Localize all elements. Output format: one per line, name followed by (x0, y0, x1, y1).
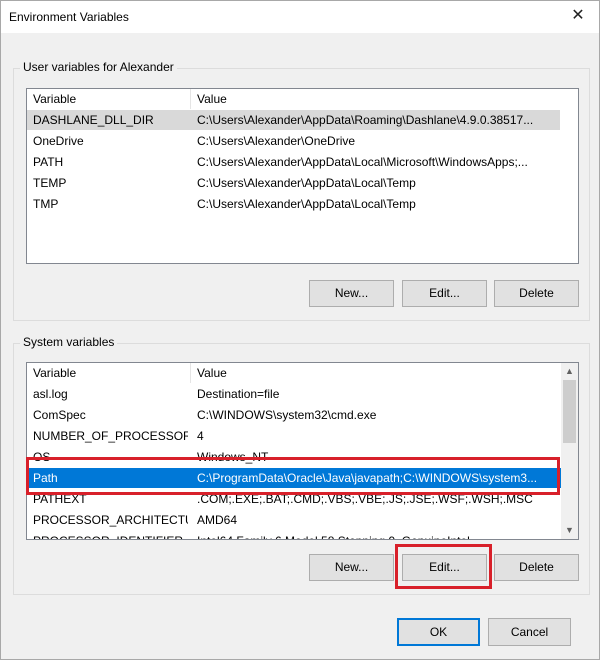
close-icon[interactable]: ✕ (567, 5, 589, 27)
column-header-value[interactable]: Value (197, 89, 557, 109)
environment-variables-dialog: Environment Variables ✕ User variables f… (0, 0, 600, 660)
system-edit-button[interactable]: Edit... (402, 554, 487, 581)
table-row[interactable]: asl.log Destination=file (27, 384, 563, 404)
table-row[interactable]: DASHLANE_DLL_DIR C:\Users\Alexander\AppD… (27, 110, 560, 130)
scrollbar-thumb[interactable] (563, 380, 576, 443)
column-header-variable[interactable]: Variable (33, 363, 188, 383)
table-row[interactable]: OS Windows_NT (27, 447, 563, 467)
table-row-selected[interactable]: Path C:\ProgramData\Oracle\Java\javapath… (27, 468, 563, 488)
system-variables-group: System variables Variable Value asl.log … (13, 335, 590, 595)
user-variables-label: User variables for Alexander (20, 60, 177, 74)
system-new-button[interactable]: New... (309, 554, 394, 581)
system-delete-button[interactable]: Delete (494, 554, 579, 581)
table-row[interactable]: ComSpec C:\WINDOWS\system32\cmd.exe (27, 405, 563, 425)
user-delete-button[interactable]: Delete (494, 280, 579, 307)
user-new-button[interactable]: New... (309, 280, 394, 307)
user-list-header: Variable Value (27, 89, 578, 109)
user-variables-list[interactable]: Variable Value DASHLANE_DLL_DIR C:\Users… (26, 88, 579, 264)
user-edit-button[interactable]: Edit... (402, 280, 487, 307)
scroll-down-icon[interactable]: ▼ (561, 522, 578, 539)
system-list-header: Variable Value (27, 363, 578, 383)
cancel-button[interactable]: Cancel (488, 618, 571, 646)
table-row[interactable]: PROCESSOR_ARCHITECTU... AMD64 (27, 510, 563, 530)
user-variables-group: User variables for Alexander Variable Va… (13, 60, 590, 321)
ok-button[interactable]: OK (397, 618, 480, 646)
column-header-value[interactable]: Value (197, 363, 557, 383)
vertical-scrollbar[interactable]: ▲ ▼ (561, 363, 578, 539)
column-divider[interactable] (190, 89, 191, 109)
table-row[interactable]: NUMBER_OF_PROCESSORS 4 (27, 426, 563, 446)
system-variables-label: System variables (20, 335, 118, 349)
window-title: Environment Variables (9, 10, 129, 24)
system-variables-list[interactable]: Variable Value asl.log Destination=file … (26, 362, 579, 540)
table-row[interactable]: PATHEXT .COM;.EXE;.BAT;.CMD;.VBS;.VBE;.J… (27, 489, 563, 509)
table-row[interactable]: TEMP C:\Users\Alexander\AppData\Local\Te… (27, 173, 578, 193)
table-row[interactable]: TMP C:\Users\Alexander\AppData\Local\Tem… (27, 194, 578, 214)
table-row[interactable]: PROCESSOR_IDENTIFIER Intel64 Family 6 Mo… (27, 531, 563, 539)
table-row[interactable]: PATH C:\Users\Alexander\AppData\Local\Mi… (27, 152, 578, 172)
title-bar: Environment Variables ✕ (1, 1, 599, 33)
scroll-up-icon[interactable]: ▲ (561, 363, 578, 380)
column-header-variable[interactable]: Variable (33, 89, 188, 109)
table-row[interactable]: OneDrive C:\Users\Alexander\OneDrive (27, 131, 578, 151)
column-divider[interactable] (190, 363, 191, 383)
